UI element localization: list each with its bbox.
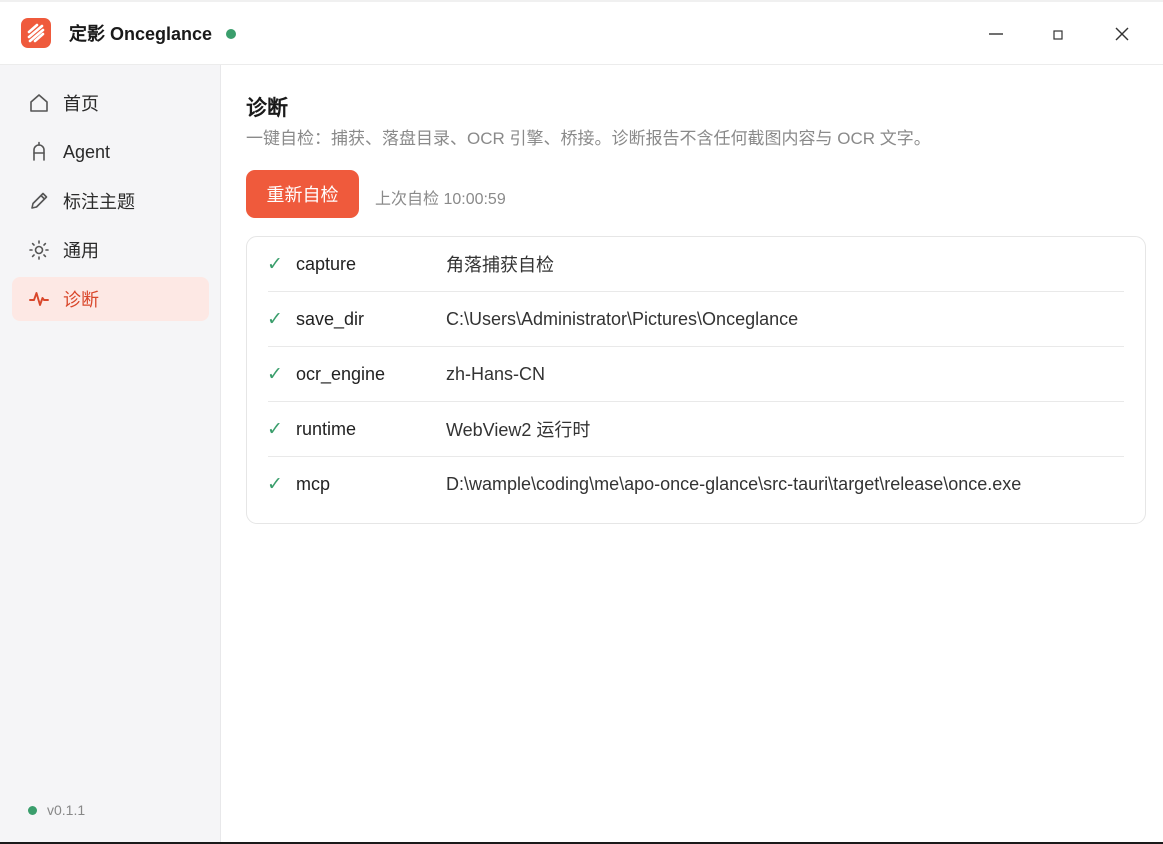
minimize-icon	[989, 33, 1003, 35]
home-icon	[27, 91, 51, 115]
table-row: ✓ capture 角落捕获自检	[267, 237, 1124, 292]
sidebar-item-label: 诊断	[63, 290, 99, 310]
pencil-icon	[27, 189, 51, 213]
onceglance-logo-icon	[21, 18, 51, 48]
sun-gear-icon	[27, 238, 51, 262]
diagnostics-results: ✓ capture 角落捕获自检 ✓ save_dir C:\Users\Adm…	[246, 236, 1146, 524]
result-value: D:\wample\coding\me\apo-once-glance\src-…	[446, 474, 1022, 494]
status-dot	[28, 805, 37, 815]
table-row: ✓ ocr_engine zh-Hans-CN	[267, 347, 1124, 402]
result-value: 角落捕获自检	[446, 255, 554, 275]
title-bar: 定影 Onceglance	[0, 2, 1163, 65]
maximize-icon	[1053, 30, 1063, 40]
close-button[interactable]	[1102, 16, 1142, 52]
result-value: zh-Hans-CN	[446, 363, 546, 384]
sidebar-item-annotation-theme[interactable]: 标注主题	[12, 179, 209, 223]
check-icon: ✓	[267, 363, 283, 385]
sidebar-item-label: 通用	[63, 241, 99, 261]
pulse-icon	[27, 287, 51, 311]
result-key: save_dir	[296, 308, 365, 329]
table-row: ✓ mcp D:\wample\coding\me\apo-once-glanc…	[267, 457, 1124, 512]
sidebar-item-label: 首页	[63, 94, 99, 114]
check-icon: ✓	[267, 253, 283, 275]
last-check-time: 上次自检 10:00:59	[375, 191, 506, 208]
main-content: 诊断 一键自检：捕获、落盘目录、OCR 引擎、桥接。诊断报告不含任何截图内容与 …	[222, 65, 1163, 842]
result-key: capture	[296, 253, 357, 274]
result-key: mcp	[296, 474, 331, 494]
result-value: WebView2 运行时	[446, 420, 591, 440]
sidebar-item-agent[interactable]: Agent	[12, 130, 209, 174]
version-info: v0.1.1	[28, 802, 85, 818]
result-value: C:\Users\Administrator\Pictures\Onceglan…	[446, 308, 799, 329]
table-row: ✓ runtime WebView2 运行时	[267, 402, 1124, 457]
check-icon: ✓	[267, 474, 283, 495]
sidebar-item-general[interactable]: 通用	[12, 228, 209, 272]
sidebar-item-home[interactable]: 首页	[12, 81, 209, 125]
sidebar-item-label: 标注主题	[63, 192, 135, 212]
minimize-button[interactable]	[976, 16, 1016, 52]
maximize-button[interactable]	[1038, 16, 1078, 52]
page-description: 一键自检：捕获、落盘目录、OCR 引擎、桥接。诊断报告不含任何截图内容与 OCR…	[246, 129, 931, 148]
check-icon: ✓	[267, 418, 283, 440]
sidebar-item-diagnostics[interactable]: 诊断	[12, 277, 209, 321]
result-key: ocr_engine	[296, 363, 386, 384]
app-title: 定影 Onceglance	[69, 24, 213, 44]
agent-icon	[27, 140, 51, 164]
version-label: v0.1.1	[47, 802, 86, 818]
app-window: 定影 Onceglance 首页 Agent 标注主题 通用 诊断 v0.1.1…	[0, 0, 1163, 844]
status-indicator	[226, 29, 236, 39]
result-key: runtime	[296, 418, 357, 439]
table-row: ✓ save_dir C:\Users\Administrator\Pictur…	[267, 292, 1124, 347]
check-icon: ✓	[267, 308, 283, 330]
close-icon	[1115, 27, 1129, 41]
sidebar: 首页 Agent 标注主题 通用 诊断 v0.1.1	[0, 65, 221, 842]
sidebar-item-label: Agent	[63, 141, 111, 162]
rerun-check-button[interactable]: 重新自检	[246, 170, 359, 218]
page-title: 诊断	[246, 97, 288, 120]
